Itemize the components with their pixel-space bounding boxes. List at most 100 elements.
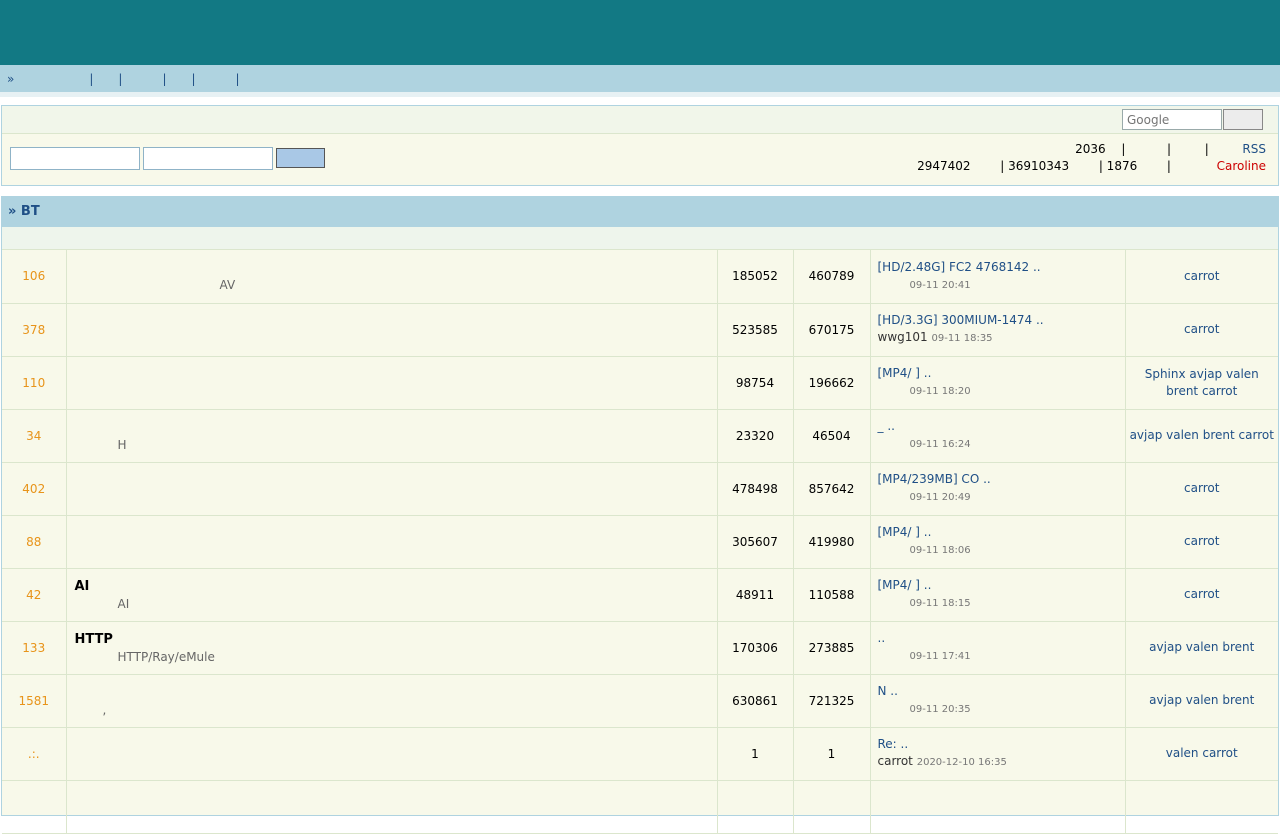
last-post-link[interactable]: .. (878, 630, 1124, 647)
posts-count: 419980 (793, 515, 871, 569)
forum-info (66, 780, 718, 834)
last-post-link[interactable]: [HD/2.48G] FC2 4768142 .. (878, 259, 1124, 276)
password-input[interactable] (143, 147, 273, 170)
forum-name-link[interactable]: AI (75, 579, 716, 596)
last-post-user[interactable]: carrot (878, 754, 913, 768)
moderators[interactable]: valen carrot (1125, 727, 1278, 781)
nav-separator: | (191, 71, 196, 86)
search-button[interactable] (1223, 109, 1263, 130)
moderators[interactable] (1125, 780, 1278, 834)
forum-category-title[interactable]: » BT (2, 197, 1278, 227)
forum-name-link[interactable] (75, 533, 716, 550)
today-count (2, 780, 67, 834)
forum-info (66, 727, 718, 781)
topics-count: 185052 (717, 250, 794, 304)
last-post: [HD/3.3G] 300MIUM-1474 .. wwg101 09-11 1… (870, 303, 1126, 357)
last-post: [MP4/ ] .. 09-11 18:20 (870, 356, 1126, 410)
last-post: [HD/2.48G] FC2 4768142 .. 09-11 20:41 (870, 250, 1126, 304)
today-count: 34 (2, 409, 67, 463)
forum-row: 402 478498 857642 [MP4/239MB] CO .. 09-1… (2, 462, 1278, 516)
header-banner (0, 0, 1280, 65)
forum-name-link[interactable] (75, 321, 716, 338)
last-post-meta: 09-11 16:24 (878, 435, 1124, 453)
forum-name-link[interactable] (75, 480, 716, 497)
posts-count: 1 (793, 727, 871, 781)
forum-name-link[interactable] (75, 745, 716, 762)
stat-separator: | (1167, 142, 1172, 156)
posts-count: 46504 (793, 409, 871, 463)
nav-separator: | (162, 71, 167, 86)
forum-row (2, 780, 1278, 834)
today-count: 402 (2, 462, 67, 516)
today-count: 88 (2, 515, 67, 569)
last-post-link[interactable]: [MP4/ ] .. (878, 577, 1124, 594)
forum-name-link[interactable] (75, 798, 716, 815)
moderators[interactable]: Sphinx avjap valen brent carrot (1125, 356, 1278, 410)
moderators[interactable]: carrot (1125, 303, 1278, 357)
last-post-user[interactable]: wwg101 (878, 330, 928, 344)
forum-row: 378 523585 670175 [HD/3.3G] 300MIUM-1474… (2, 303, 1278, 357)
last-post-link[interactable]: [HD/3.3G] 300MIUM-1474 .. (878, 312, 1124, 329)
nav-separator: | (118, 71, 123, 86)
last-post-link[interactable]: _ .. (878, 418, 1124, 435)
nav-prefix: » (7, 71, 15, 86)
forum-description: H (117, 437, 127, 452)
forum-name-link[interactable] (75, 260, 716, 277)
forum-info: H (66, 409, 718, 463)
last-post-meta: 09-11 20:35 (878, 700, 1124, 718)
last-post-meta: 09-11 18:06 (878, 541, 1124, 559)
last-post-time: 09-11 16:24 (909, 439, 971, 450)
last-post-time: 09-11 20:35 (909, 704, 971, 715)
rss-link[interactable]: RSS (1242, 142, 1266, 156)
forum-row: 133 HTTP HTTP/Ray/eMule 170306 273885 ..… (2, 621, 1278, 675)
newest-member-link[interactable]: Caroline (1217, 159, 1266, 173)
forum-table: 106 AV 185052 460789 [HD/2.48G] FC2 4768… (2, 250, 1278, 834)
last-post: .. 09-11 17:41 (870, 621, 1126, 675)
login-button[interactable] (276, 148, 325, 168)
last-post: Re: .. carrot 2020-12-10 16:35 (870, 727, 1126, 781)
forum-description: , (102, 702, 107, 717)
topics-count (717, 780, 794, 834)
forum-name-link[interactable]: HTTP (75, 632, 716, 649)
nav-strip (0, 92, 1280, 97)
posts-count: 721325 (793, 674, 871, 728)
moderators[interactable]: carrot (1125, 515, 1278, 569)
last-post-time: 09-11 18:35 (931, 333, 993, 344)
posts-count: 196662 (793, 356, 871, 410)
forum-name-link[interactable] (75, 685, 716, 702)
last-post-link[interactable]: [MP4/ ] .. (878, 524, 1124, 541)
topics-count: 23320 (717, 409, 794, 463)
stat-separator: | (1166, 159, 1171, 173)
forum-info: HTTP HTTP/Ray/eMule (66, 621, 718, 675)
moderators[interactable]: avjap valen brent carrot (1125, 409, 1278, 463)
forum-description: HTTP/Ray/eMule (117, 649, 215, 664)
stat-members: | 1876 (1098, 159, 1138, 173)
moderators[interactable]: avjap valen brent (1125, 621, 1278, 675)
posts-count: 110588 (793, 568, 871, 622)
moderators[interactable]: carrot (1125, 462, 1278, 516)
username-input[interactable] (10, 147, 140, 170)
today-count: 106 (2, 250, 67, 304)
last-post-link[interactable]: Re: .. (878, 736, 1124, 753)
forum-info (66, 515, 718, 569)
moderators[interactable]: avjap valen brent (1125, 674, 1278, 728)
forum-row: 1581 , 630861 721325 N .. 09-11 20:35 av… (2, 674, 1278, 728)
forum-name-link[interactable] (75, 420, 716, 437)
forum-name-link[interactable] (75, 374, 716, 391)
nav-separator: | (235, 71, 240, 86)
last-post-meta: 09-11 20:49 (878, 488, 1124, 506)
last-post: [MP4/ ] .. 09-11 18:15 (870, 568, 1126, 622)
moderators[interactable]: carrot (1125, 250, 1278, 304)
google-search-input[interactable] (1122, 109, 1222, 130)
last-post-link[interactable]: [MP4/239MB] CO .. (878, 471, 1124, 488)
stat-posts: | 36910343 (1000, 159, 1070, 173)
last-post-time: 09-11 20:41 (909, 279, 971, 291)
last-post: [MP4/ ] .. 09-11 18:06 (870, 515, 1126, 569)
moderators[interactable]: carrot (1125, 568, 1278, 622)
last-post (870, 780, 1126, 834)
search-row (2, 106, 1278, 134)
last-post-link[interactable]: N .. (878, 683, 1124, 700)
last-post-link[interactable]: [MP4/ ] .. (878, 365, 1124, 382)
last-post-meta: carrot 2020-12-10 16:35 (878, 753, 1124, 771)
info-box: 2036 | | | RSS 2947402 | 36910343 | 1876… (1, 105, 1279, 186)
